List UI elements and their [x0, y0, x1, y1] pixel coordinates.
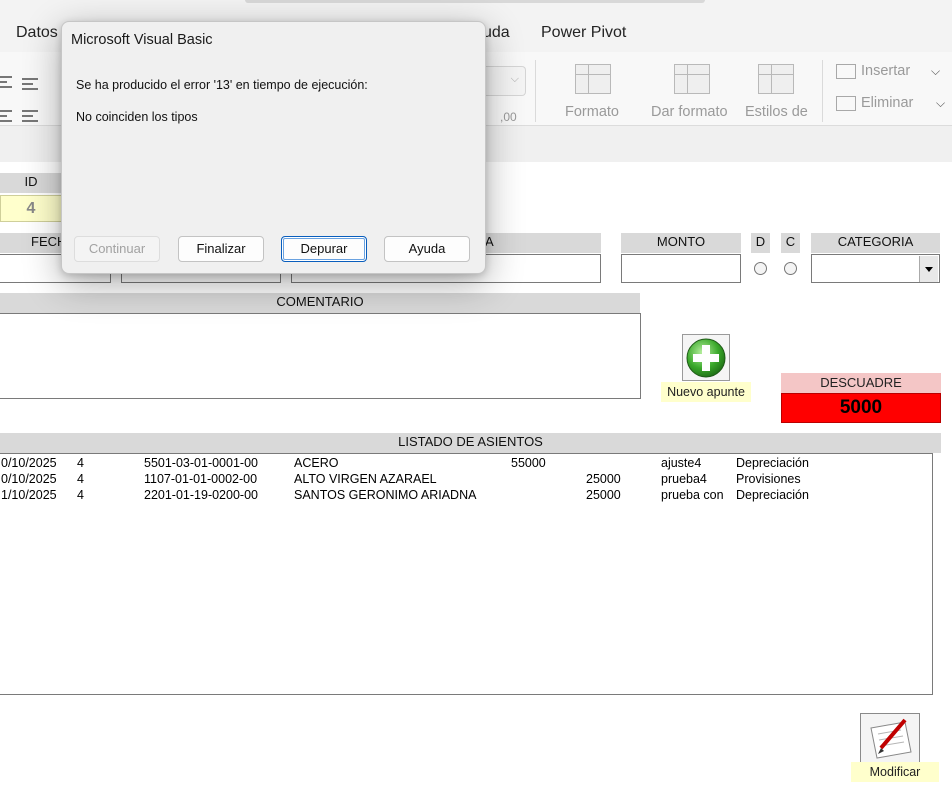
- conditional-format-icon[interactable]: [575, 64, 611, 94]
- chevron-down-icon[interactable]: ⌵: [936, 96, 945, 111]
- listado-header: LISTADO DE ASIENTOS: [0, 433, 941, 453]
- row-categoria: Depreciación: [736, 456, 809, 470]
- row-haber: 25000: [586, 472, 621, 486]
- row-comentario: ajuste4: [661, 456, 702, 470]
- credito-radio[interactable]: [784, 262, 797, 275]
- row-fecha: 1/10/2025: [1, 488, 57, 502]
- row-nombre: SANTOS GERONIMO ARIADNA: [294, 488, 477, 502]
- row-fecha: 0/10/2025: [1, 456, 57, 470]
- format-as-table-icon[interactable]: [674, 64, 710, 94]
- nuevo-apunte-label: Nuevo apunte: [661, 382, 751, 402]
- chevron-down-icon: ⌵: [510, 73, 519, 85]
- categoria-combo[interactable]: [811, 254, 940, 283]
- row-nombre: ALTO VIRGEN AZARAEL: [294, 472, 437, 486]
- tab-ayuda[interactable]: uda: [483, 24, 510, 42]
- row-debe: 55000: [511, 456, 546, 470]
- number-format-dropdown[interactable]: ⌵: [484, 66, 526, 96]
- row-haber: 25000: [586, 488, 621, 502]
- row-id: 4: [77, 456, 84, 470]
- tab-datos[interactable]: Datos: [16, 24, 58, 42]
- continuar-button[interactable]: Continuar: [74, 236, 160, 262]
- table-row[interactable]: 0/10/2025 4 1107-01-01-0002-00 ALTO VIRG…: [0, 472, 930, 488]
- error-message: Se ha producido el error '13' en tiempo …: [76, 78, 368, 92]
- dar-formato-label[interactable]: Dar formato: [651, 104, 728, 120]
- row-comentario: prueba4: [661, 472, 707, 486]
- align-left-icon[interactable]: [0, 76, 12, 88]
- row-nombre: ACERO: [294, 456, 339, 470]
- monto-header: MONTO: [621, 233, 741, 253]
- row-cuenta: 5501-03-01-0001-00: [144, 456, 258, 470]
- search-box-edge[interactable]: [245, 0, 705, 3]
- row-id: 4: [77, 472, 84, 486]
- modificar-label: Modificar: [851, 762, 939, 782]
- ribbon-separator: [535, 60, 536, 122]
- row-cuenta: 2201-01-19-0200-00: [144, 488, 258, 502]
- ribbon-separator: [822, 60, 823, 122]
- row-id: 4: [77, 488, 84, 502]
- vb-error-dialog: Microsoft Visual Basic Se ha producido e…: [61, 21, 486, 274]
- descuadre-header: DESCUADRE: [781, 373, 941, 393]
- error-description: No coinciden los tipos: [76, 110, 198, 124]
- categoria-header: CATEGORIA: [811, 233, 940, 253]
- nuevo-apunte-button[interactable]: [682, 334, 730, 381]
- insertar-label[interactable]: Insertar: [861, 63, 910, 79]
- decrease-decimals-icon[interactable]: ,00: [500, 110, 517, 124]
- credito-header: C: [781, 233, 800, 253]
- row-categoria: Provisiones: [736, 472, 801, 486]
- descuadre-value: 5000: [781, 393, 941, 423]
- formato-label[interactable]: Formato: [565, 104, 619, 120]
- finalizar-button[interactable]: Finalizar: [178, 236, 264, 262]
- add-icon: [686, 338, 726, 378]
- row-comentario: prueba con: [661, 488, 724, 502]
- table-row[interactable]: 0/10/2025 4 5501-03-01-0001-00 ACERO 550…: [0, 456, 930, 472]
- comentario-header: COMENTARIO: [0, 293, 640, 313]
- edit-document-icon: [870, 718, 912, 759]
- monto-input[interactable]: [621, 254, 741, 283]
- id-field: 4: [0, 195, 62, 222]
- insert-cells-icon[interactable]: [836, 64, 856, 79]
- comentario-input[interactable]: [0, 313, 641, 399]
- cell-styles-icon[interactable]: [758, 64, 794, 94]
- indent-decrease-icon[interactable]: [0, 110, 12, 122]
- tab-power-pivot[interactable]: Power Pivot: [541, 24, 626, 42]
- id-header: ID: [0, 173, 62, 193]
- table-row[interactable]: 1/10/2025 4 2201-01-19-0200-00 SANTOS GE…: [0, 488, 930, 504]
- row-fecha: 0/10/2025: [1, 472, 57, 486]
- modificar-button[interactable]: [860, 713, 920, 763]
- estilos-label[interactable]: Estilos de: [745, 104, 808, 120]
- dialog-title: Microsoft Visual Basic: [71, 32, 213, 48]
- depurar-button[interactable]: Depurar: [281, 236, 367, 262]
- eliminar-label[interactable]: Eliminar: [861, 95, 913, 111]
- align-center-icon[interactable]: [22, 78, 38, 90]
- ayuda-button[interactable]: Ayuda: [384, 236, 470, 262]
- row-categoria: Depreciación: [736, 488, 809, 502]
- chevron-down-icon[interactable]: ⌵: [931, 64, 940, 79]
- debe-radio[interactable]: [754, 262, 767, 275]
- row-cuenta: 1107-01-01-0002-00: [144, 472, 258, 486]
- combo-dropdown-button[interactable]: [919, 256, 938, 282]
- debe-header: D: [751, 233, 770, 253]
- delete-cells-icon[interactable]: [836, 96, 856, 111]
- indent-increase-icon[interactable]: [22, 110, 38, 122]
